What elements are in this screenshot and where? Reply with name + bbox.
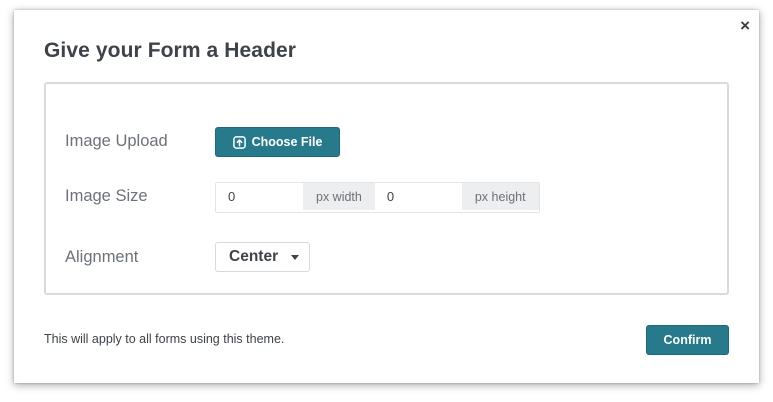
confirm-button[interactable]: Confirm (646, 325, 729, 355)
caret-down-icon (291, 255, 299, 260)
upload-icon (232, 135, 246, 149)
choose-file-label: Choose File (251, 135, 323, 149)
alignment-select[interactable]: Center (215, 242, 310, 272)
alignment-label: Alignment (65, 248, 139, 266)
width-unit-addon: px width (303, 183, 375, 210)
width-input[interactable] (216, 183, 303, 210)
dialog-title: Give your Form a Header (44, 39, 297, 62)
theme-note: This will apply to all forms using this … (44, 332, 285, 346)
height-input[interactable] (374, 183, 462, 210)
settings-panel: Image Upload Choose File Image Size px w… (44, 82, 729, 295)
image-upload-label: Image Upload (65, 132, 168, 150)
close-icon[interactable]: × (740, 17, 750, 34)
alignment-selected-value: Center (229, 248, 279, 265)
image-size-group: px width px height (215, 182, 540, 213)
image-size-label: Image Size (65, 187, 148, 205)
choose-file-button[interactable]: Choose File (215, 127, 340, 157)
header-dialog: × Give your Form a Header Image Upload C… (14, 10, 759, 383)
height-unit-addon: px height (461, 183, 539, 210)
